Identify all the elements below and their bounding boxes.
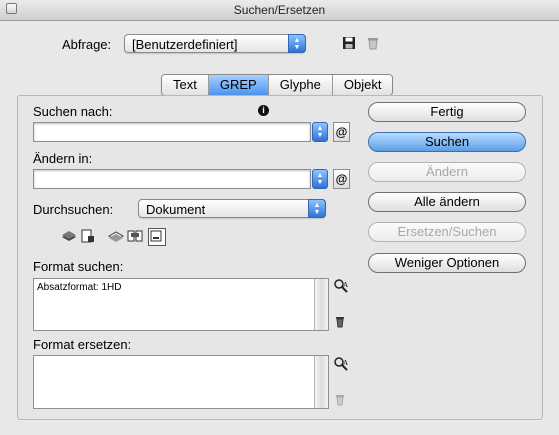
scope-select-value: Dokument	[146, 202, 206, 217]
find-button[interactable]: Suchen	[368, 132, 526, 152]
replace-input[interactable]	[33, 169, 311, 189]
scope-select[interactable]: Dokument ▲ ▼	[138, 199, 326, 218]
change-button[interactable]: Ändern	[368, 162, 526, 182]
tab-object[interactable]: Objekt	[331, 75, 393, 95]
query-label: Abfrage:	[62, 37, 112, 52]
save-query-icon[interactable]	[342, 36, 358, 52]
specify-format-search-icon[interactable]: A	[333, 278, 349, 294]
locked-stories-icon[interactable]	[81, 229, 97, 245]
search-label: Suchen nach:	[33, 104, 113, 119]
change-all-button[interactable]: Alle ändern	[368, 192, 526, 212]
master-pages-icon[interactable]	[127, 229, 143, 245]
format-search-scrollbar[interactable]	[314, 279, 328, 330]
delete-query-icon[interactable]	[366, 36, 382, 52]
window-title: Suchen/Ersetzen	[233, 3, 326, 17]
svg-text:A: A	[343, 359, 348, 367]
query-select-value: [Benutzerdefiniert]	[132, 37, 238, 52]
search-input[interactable]	[33, 122, 311, 142]
tab-grep[interactable]: GREP	[207, 75, 268, 95]
replace-history-stepper[interactable]: ▲ ▼	[312, 169, 328, 189]
format-search-label: Format suchen:	[33, 259, 124, 274]
replace-special-chars-button[interactable]: @	[333, 169, 350, 189]
specify-format-replace-icon[interactable]: A	[333, 356, 349, 372]
tab-bar: Text GREP Glyphe Objekt	[161, 74, 394, 96]
fewer-options-button[interactable]: Weniger Optionen	[368, 253, 526, 273]
info-icon[interactable]: i	[258, 105, 269, 116]
clear-format-search-icon[interactable]	[333, 315, 349, 331]
format-search-value: Absatzformat: 1HD	[37, 282, 122, 293]
search-history-stepper[interactable]: ▲ ▼	[312, 122, 328, 142]
tab-text[interactable]: Text	[162, 75, 208, 95]
search-special-chars-button[interactable]: @	[333, 122, 350, 142]
svg-text:A: A	[343, 281, 348, 289]
query-select[interactable]: [Benutzerdefiniert] ▲ ▼	[124, 34, 306, 53]
footnotes-icon[interactable]	[148, 228, 166, 246]
done-button[interactable]: Fertig	[368, 102, 526, 122]
scope-label: Durchsuchen:	[33, 202, 114, 217]
hidden-layers-icon[interactable]	[108, 229, 124, 245]
replace-label: Ändern in:	[33, 151, 93, 166]
chevron-updown-icon: ▲ ▼	[308, 199, 326, 218]
format-search-field[interactable]: Absatzformat: 1HD	[33, 278, 329, 331]
clear-format-replace-icon[interactable]	[333, 393, 349, 409]
tab-glyph[interactable]: Glyphe	[267, 75, 332, 95]
format-replace-label: Format ersetzen:	[33, 337, 132, 352]
locked-layers-icon[interactable]	[61, 229, 77, 245]
change-find-button[interactable]: Ersetzen/Suchen	[368, 222, 526, 242]
title-bar: Suchen/Ersetzen	[0, 0, 559, 21]
chevron-updown-icon: ▲ ▼	[288, 34, 306, 53]
format-replace-scrollbar[interactable]	[314, 356, 328, 408]
format-replace-field[interactable]	[33, 355, 329, 409]
